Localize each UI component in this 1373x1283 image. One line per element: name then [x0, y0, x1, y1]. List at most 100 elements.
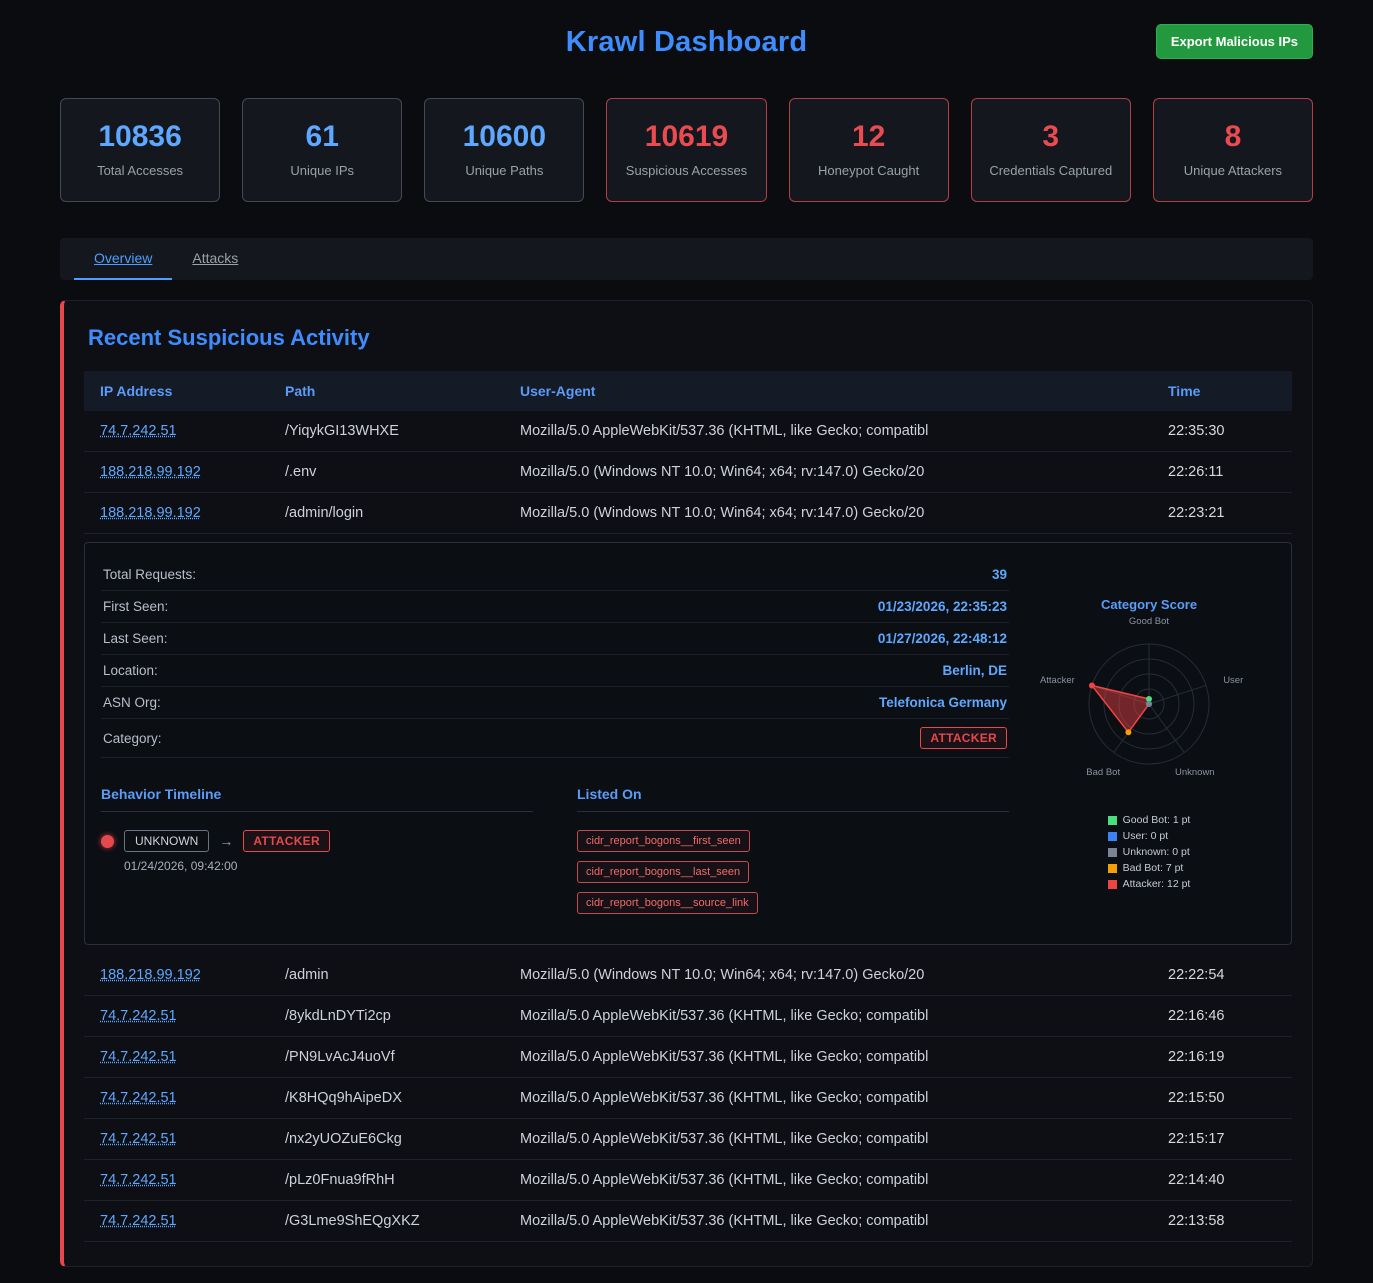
- listed-on-tag: cidr_report_bogons__first_seen: [577, 830, 750, 852]
- ip-address-link[interactable]: 188.218.99.192: [100, 505, 201, 521]
- header: Krawl Dashboard Export Malicious IPs: [60, 18, 1313, 76]
- ip-cell: 74.7.242.51: [100, 423, 285, 439]
- stat-value: 61: [251, 120, 393, 154]
- arrow-right-icon: →: [219, 833, 233, 849]
- table-row[interactable]: 188.218.99.192/.envMozilla/5.0 (Windows …: [84, 452, 1292, 493]
- listed-on-heading: Listed On: [577, 786, 1009, 812]
- path-cell: /G3Lme9ShEQgXKZ: [285, 1213, 520, 1229]
- detail-field-label: First Seen:: [103, 599, 168, 614]
- stat-value: 8: [1162, 120, 1304, 154]
- table-row[interactable]: 74.7.242.51/G3Lme9ShEQgXKZMozilla/5.0 Ap…: [84, 1201, 1292, 1242]
- path-cell: /YiqykGI13WHXE: [285, 423, 520, 439]
- behavior-timeline-heading: Behavior Timeline: [101, 786, 533, 812]
- detail-field-asn-org-: ASN Org: Telefonica Germany: [101, 687, 1009, 719]
- ip-address-link[interactable]: 188.218.99.192: [100, 967, 201, 983]
- listed-on-tags: cidr_report_bogons__first_seen cidr_repor…: [577, 830, 907, 914]
- listed-on-tag: cidr_report_bogons__source_link: [577, 892, 758, 914]
- time-cell: 22:35:30: [1168, 423, 1276, 439]
- stat-card-suspicious-accesses: 10619 Suspicious Accesses: [606, 98, 766, 202]
- stat-card-unique-attackers: 8Unique Attackers: [1153, 98, 1313, 202]
- tab-overview[interactable]: Overview: [74, 238, 172, 280]
- legend-label: Bad Bot: 7 pt: [1123, 862, 1184, 874]
- stat-value: 10836: [69, 120, 211, 154]
- table-row[interactable]: 74.7.242.51/PN9LvAcJ4uoVfMozilla/5.0 App…: [84, 1037, 1292, 1078]
- path-cell: /pLz0Fnua9fRhH: [285, 1172, 520, 1188]
- time-cell: 22:26:11: [1168, 464, 1276, 480]
- table-row[interactable]: 74.7.242.51/YiqykGI13WHXEMozilla/5.0 App…: [84, 411, 1292, 452]
- table-row[interactable]: 188.218.99.192/adminMozilla/5.0 (Windows…: [84, 955, 1292, 996]
- table-row[interactable]: 74.7.242.51/8ykdLnDYTi2cpMozilla/5.0 App…: [84, 996, 1292, 1037]
- timeline-entry: UNKNOWN → ATTACKER: [101, 830, 533, 852]
- detail-field-value: Telefonica Germany: [879, 695, 1007, 710]
- stat-value: 3: [980, 120, 1122, 154]
- time-cell: 22:15:50: [1168, 1090, 1276, 1106]
- ip-cell: 74.7.242.51: [100, 1008, 285, 1024]
- time-cell: 22:22:54: [1168, 967, 1276, 983]
- stat-value: 10600: [433, 120, 575, 154]
- detail-field-label: Category:: [103, 731, 162, 746]
- path-cell: /K8HQq9hAipeDX: [285, 1090, 520, 1106]
- table-row[interactable]: 74.7.242.51/pLz0Fnua9fRhHMozilla/5.0 App…: [84, 1160, 1292, 1201]
- detail-field-label: Location:: [103, 663, 158, 678]
- ip-address-link[interactable]: 74.7.242.51: [100, 1008, 177, 1024]
- legend-label: User: 0 pt: [1123, 830, 1169, 842]
- svg-text:Unknown: Unknown: [1175, 767, 1215, 778]
- column-header-ip: IP Address: [100, 383, 285, 399]
- table-rows-bottom: 188.218.99.192/adminMozilla/5.0 (Windows…: [84, 955, 1292, 1242]
- time-cell: 22:23:21: [1168, 505, 1276, 521]
- user-agent-cell: Mozilla/5.0 AppleWebKit/537.36 (KHTML, l…: [520, 1090, 1168, 1106]
- suspicious-activity-panel: Recent Suspicious Activity IP Address Pa…: [60, 300, 1313, 1267]
- listed-on-section: Listed On cidr_report_bogons__first_seen…: [577, 786, 1009, 914]
- ip-address-link[interactable]: 188.218.99.192: [100, 464, 201, 480]
- svg-text:Bad Bot: Bad Bot: [1086, 767, 1120, 778]
- user-agent-cell: Mozilla/5.0 AppleWebKit/537.36 (KHTML, l…: [520, 1049, 1168, 1065]
- dashboard: Krawl Dashboard Export Malicious IPs 108…: [60, 0, 1313, 1267]
- legend-label: Unknown: 0 pt: [1123, 846, 1190, 858]
- timeline-timestamp: 01/24/2026, 09:42:00: [124, 859, 533, 873]
- radar-chart: Good BotUserUnknownBad BotAttacker: [1023, 614, 1275, 792]
- stat-label: Unique Paths: [433, 163, 575, 178]
- detail-field-label: ASN Org:: [103, 695, 161, 710]
- page-title: Krawl Dashboard: [60, 18, 1313, 59]
- ip-detail-fields: Total Requests:39 First Seen: 01/23/2026, …: [101, 559, 1009, 914]
- panel-title: Recent Suspicious Activity: [88, 325, 1312, 351]
- stat-value: 10619: [615, 120, 757, 154]
- export-malicious-ips-button[interactable]: Export Malicious IPs: [1156, 24, 1313, 59]
- ip-address-link[interactable]: 74.7.242.51: [100, 1131, 177, 1147]
- legend-item-good-bot: Good Bot: 1 pt: [1108, 814, 1191, 826]
- path-cell: /admin/login: [285, 505, 520, 521]
- ip-address-link[interactable]: 74.7.242.51: [100, 1213, 177, 1229]
- stat-card-credentials-captured: 3Credentials Captured: [971, 98, 1131, 202]
- tab-attacks[interactable]: Attacks: [172, 238, 258, 280]
- timeline-from-badge: UNKNOWN: [124, 830, 209, 852]
- column-header-path: Path: [285, 383, 520, 399]
- ip-cell: 74.7.242.51: [100, 1049, 285, 1065]
- stat-card-honeypot-caught: 12Honeypot Caught: [789, 98, 949, 202]
- table-row[interactable]: 74.7.242.51/K8HQq9hAipeDXMozilla/5.0 App…: [84, 1078, 1292, 1119]
- user-agent-cell: Mozilla/5.0 AppleWebKit/537.36 (KHTML, l…: [520, 423, 1168, 439]
- timeline-dot-icon: [101, 835, 114, 848]
- ip-cell: 74.7.242.51: [100, 1131, 285, 1147]
- legend-swatch: [1108, 816, 1117, 825]
- detail-field-value: 01/23/2026, 22:35:23: [878, 599, 1007, 614]
- legend-swatch: [1108, 880, 1117, 889]
- detail-field-total-requests-: Total Requests:39: [101, 559, 1009, 591]
- legend-swatch: [1108, 832, 1117, 841]
- ip-address-link[interactable]: 74.7.242.51: [100, 1090, 177, 1106]
- user-agent-cell: Mozilla/5.0 AppleWebKit/537.36 (KHTML, l…: [520, 1131, 1168, 1147]
- legend-item-attacker: Attacker: 12 pt: [1108, 878, 1191, 890]
- ip-address-link[interactable]: 74.7.242.51: [100, 1172, 177, 1188]
- table-row[interactable]: 188.218.99.192/admin/loginMozilla/5.0 (W…: [84, 493, 1292, 534]
- table-row[interactable]: 74.7.242.51/nx2yUOZuE6CkgMozilla/5.0 App…: [84, 1119, 1292, 1160]
- ip-address-link[interactable]: 74.7.242.51: [100, 423, 177, 439]
- path-cell: /PN9LvAcJ4uoVf: [285, 1049, 520, 1065]
- path-cell: /8ykdLnDYTi2cp: [285, 1008, 520, 1024]
- ip-detail-subsections: Behavior Timeline UNKNOWN → ATTACKER 01/…: [101, 786, 1009, 914]
- path-cell: /.env: [285, 464, 520, 480]
- ip-address-link[interactable]: 74.7.242.51: [100, 1049, 177, 1065]
- legend-swatch: [1108, 864, 1117, 873]
- user-agent-cell: Mozilla/5.0 AppleWebKit/537.36 (KHTML, l…: [520, 1008, 1168, 1024]
- legend-item-bad-bot: Bad Bot: 7 pt: [1108, 862, 1191, 874]
- detail-field-value: 39: [992, 567, 1007, 582]
- stat-label: Suspicious Accesses: [615, 163, 757, 178]
